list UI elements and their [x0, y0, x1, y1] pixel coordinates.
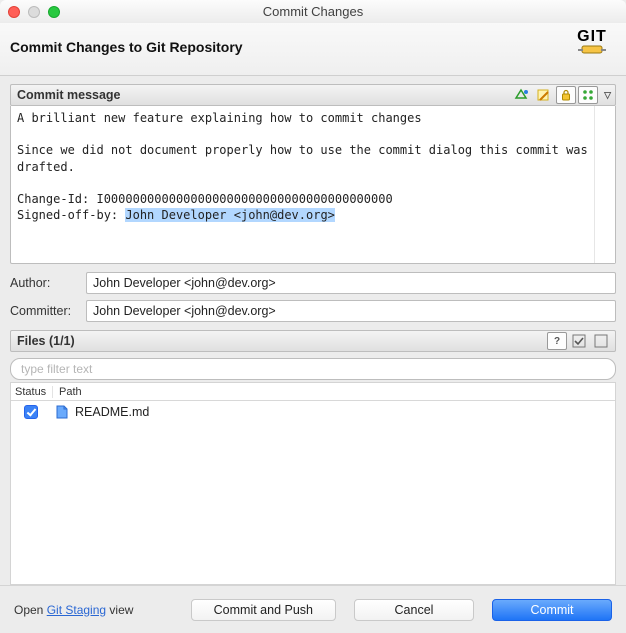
- git-logo: GIT: [572, 29, 612, 65]
- repository-icon: [578, 43, 606, 57]
- table-row[interactable]: README.md: [11, 401, 615, 423]
- committer-label: Committer:: [10, 304, 80, 318]
- dialog-header: Commit Changes to Git Repository GIT: [0, 23, 626, 76]
- menu-chevron-icon[interactable]: ▽: [604, 90, 611, 101]
- footer-buttons: Commit and Push Cancel Commit: [191, 599, 612, 621]
- file-icon: [53, 403, 71, 421]
- files-table-header: Status Path: [11, 383, 615, 401]
- commit-message-toolbar: ▽: [512, 86, 611, 104]
- dialog-footer: Open Git Staging view Commit and Push Ca…: [0, 585, 626, 633]
- commit-message-area[interactable]: A brilliant new feature explaining how t…: [10, 106, 616, 264]
- files-section-header: Files (1/1) ?: [10, 330, 616, 352]
- file-filter-input[interactable]: [10, 358, 616, 380]
- help-icon[interactable]: ?: [547, 332, 567, 350]
- dialog-title: Commit Changes to Git Repository: [10, 39, 243, 55]
- window-title: Commit Changes: [0, 4, 626, 19]
- window-controls: [8, 6, 60, 18]
- close-window-button[interactable]: [8, 6, 20, 18]
- files-toolbar: ?: [547, 332, 611, 350]
- commit-message-gutter: [595, 106, 615, 263]
- commit-message-section-header: Commit message ▽: [10, 84, 616, 106]
- commit-and-push-button[interactable]: Commit and Push: [191, 599, 336, 621]
- minimize-window-button[interactable]: [28, 6, 40, 18]
- open-staging-hint: Open Git Staging view: [14, 603, 133, 617]
- dialog-content: Commit message ▽ A brilliant new feature…: [0, 76, 626, 585]
- file-path: README.md: [75, 405, 149, 419]
- uncheck-all-icon[interactable]: [591, 332, 611, 350]
- committer-field[interactable]: [86, 300, 616, 322]
- git-staging-link[interactable]: Git Staging: [47, 603, 106, 617]
- commit-changes-dialog: Commit Changes Commit Changes to Git Rep…: [0, 0, 626, 633]
- author-label: Author:: [10, 276, 80, 290]
- lock-icon[interactable]: [556, 86, 576, 104]
- commit-button[interactable]: Commit: [492, 599, 612, 621]
- commit-message-text[interactable]: A brilliant new feature explaining how t…: [11, 106, 595, 263]
- change-id-icon[interactable]: [578, 86, 598, 104]
- commit-message-selection: John Developer <john@dev.org>: [125, 208, 335, 222]
- column-path[interactable]: Path: [53, 386, 82, 398]
- cancel-button[interactable]: Cancel: [354, 599, 474, 621]
- file-checkbox[interactable]: [24, 405, 38, 419]
- amend-icon[interactable]: [512, 86, 532, 104]
- author-field[interactable]: [86, 272, 616, 294]
- zoom-window-button[interactable]: [48, 6, 60, 18]
- files-table: Status Path README.md: [10, 382, 616, 585]
- sign-off-icon[interactable]: [534, 86, 554, 104]
- commit-message-label: Commit message: [17, 88, 121, 102]
- identity-fields: Author: Committer:: [10, 272, 616, 322]
- title-bar: Commit Changes: [0, 0, 626, 23]
- files-label: Files (1/1): [17, 334, 75, 348]
- column-status[interactable]: Status: [11, 386, 53, 398]
- check-all-icon[interactable]: [569, 332, 589, 350]
